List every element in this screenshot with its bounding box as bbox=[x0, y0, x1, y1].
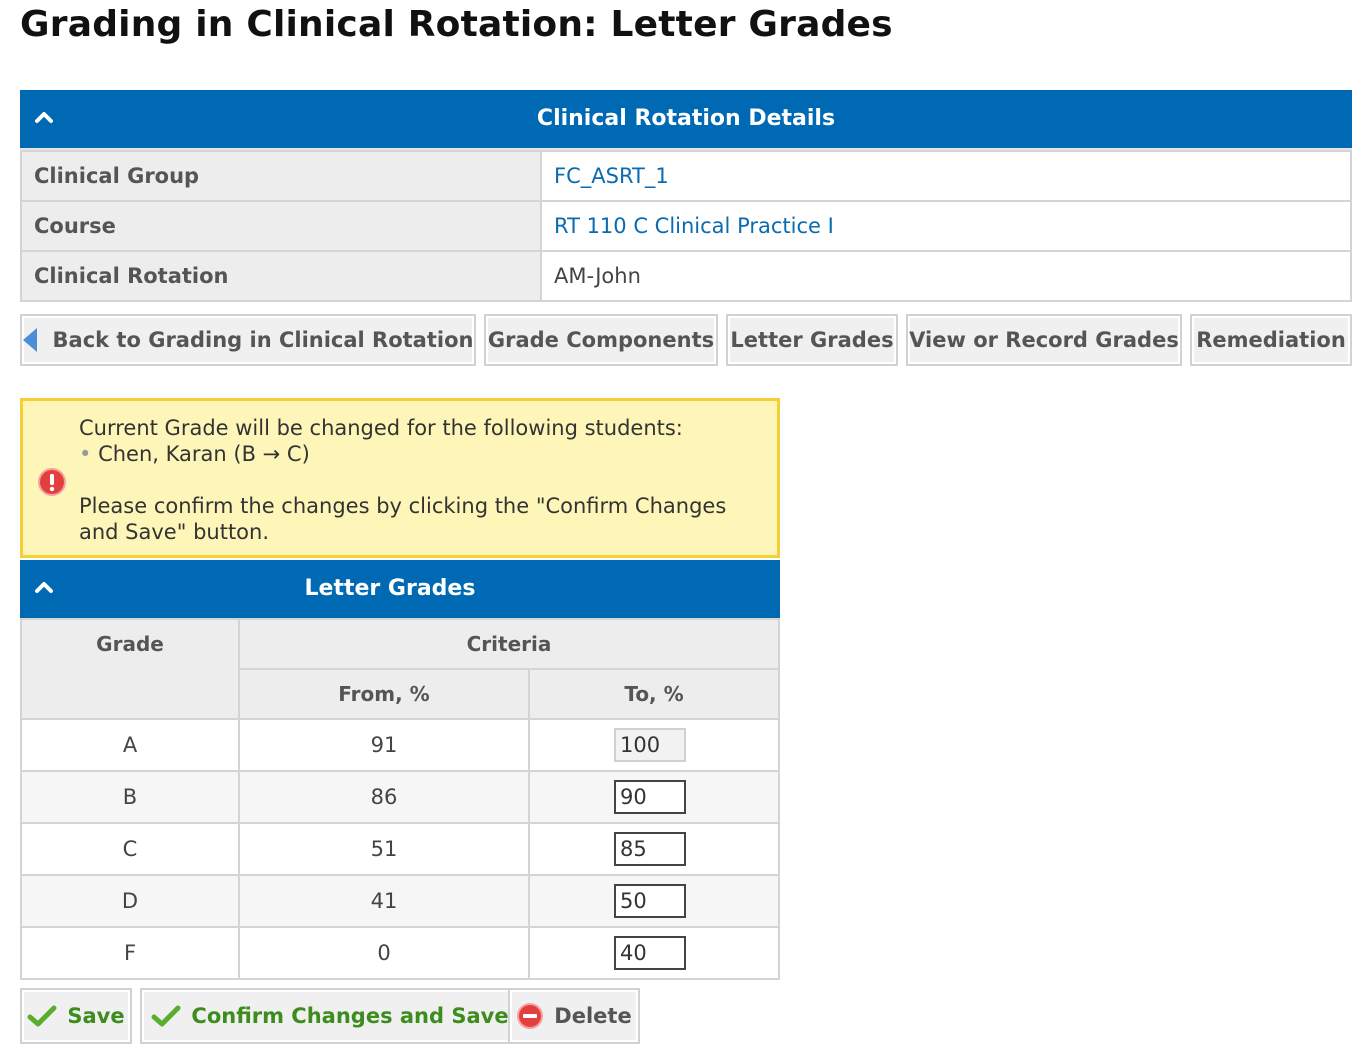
to-cell bbox=[528, 770, 780, 824]
table-row: C 51 bbox=[20, 822, 780, 876]
warning-text: Current Grade will be changed for the fo… bbox=[79, 415, 759, 545]
from-cell: 86 bbox=[238, 770, 530, 824]
clinical-group-label: Clinical Group bbox=[20, 150, 542, 202]
grade-cell: B bbox=[20, 770, 240, 824]
back-to-grading-button[interactable]: Back to Grading in Clinical Rotation bbox=[20, 314, 476, 366]
to-cell bbox=[528, 874, 780, 928]
bullet-icon: • bbox=[79, 442, 92, 466]
details-row-clinical-rotation: Clinical Rotation AM-John bbox=[20, 250, 1352, 302]
to-input[interactable] bbox=[614, 832, 686, 866]
remediation-button[interactable]: Remediation bbox=[1190, 314, 1352, 366]
back-arrow-icon bbox=[22, 328, 37, 352]
save-label: Save bbox=[67, 1004, 125, 1028]
warning-line-2: Please confirm the changes by clicking t… bbox=[79, 494, 727, 544]
clinical-rotation-value: AM-John bbox=[540, 250, 1352, 302]
to-input[interactable] bbox=[614, 936, 686, 970]
details-row-course: Course RT 110 C Clinical Practice I bbox=[20, 200, 1352, 252]
checkmark-icon bbox=[27, 1005, 57, 1027]
grade-cell: F bbox=[20, 926, 240, 980]
warning-student: Chen, Karan (B → C) bbox=[98, 442, 310, 466]
table-row: D 41 bbox=[20, 874, 780, 928]
to-cell bbox=[528, 822, 780, 876]
save-button[interactable]: Save bbox=[20, 988, 132, 1044]
course-link[interactable]: RT 110 C Clinical Practice I bbox=[540, 200, 1352, 252]
grade-cell: D bbox=[20, 874, 240, 928]
table-row: B 86 bbox=[20, 770, 780, 824]
to-input[interactable] bbox=[614, 780, 686, 814]
details-row-clinical-group: Clinical Group FC_ASRT_1 bbox=[20, 150, 1352, 202]
grade-components-label: Grade Components bbox=[487, 328, 715, 352]
letter-grades-panel-header[interactable]: Letter Grades bbox=[20, 560, 780, 618]
error-icon bbox=[38, 468, 66, 496]
delete-icon bbox=[517, 1003, 544, 1029]
clinical-rotation-details-panel: Clinical Rotation Details Clinical Group… bbox=[20, 90, 1352, 302]
checkmark-icon bbox=[151, 1005, 181, 1027]
clinical-rotation-label: Clinical Rotation bbox=[20, 250, 542, 302]
from-cell: 91 bbox=[238, 718, 530, 772]
page-title: Grading in Clinical Rotation: Letter Gra… bbox=[20, 4, 893, 45]
to-cell bbox=[528, 926, 780, 980]
from-cell: 0 bbox=[238, 926, 530, 980]
clinical-group-link[interactable]: FC_ASRT_1 bbox=[540, 150, 1352, 202]
letter-grades-button[interactable]: Letter Grades bbox=[726, 314, 898, 366]
warning-student-item: • Chen, Karan (B → C) bbox=[79, 441, 759, 467]
details-panel-title: Clinical Rotation Details bbox=[536, 106, 836, 131]
chevron-up-icon[interactable] bbox=[34, 110, 54, 124]
letter-grades-panel-title: Letter Grades bbox=[304, 576, 476, 601]
letter-grades-panel: Letter Grades Grade Criteria From, % To,… bbox=[20, 560, 780, 980]
delete-label: Delete bbox=[554, 1004, 632, 1028]
chevron-up-icon[interactable] bbox=[34, 580, 54, 594]
view-or-record-grades-button[interactable]: View or Record Grades bbox=[906, 314, 1182, 366]
table-row: A 91 bbox=[20, 718, 780, 772]
grade-cell: C bbox=[20, 822, 240, 876]
to-column-header: To, % bbox=[528, 668, 780, 720]
confirm-changes-and-save-button[interactable]: Confirm Changes and Save bbox=[140, 988, 520, 1044]
letter-grades-label: Letter Grades bbox=[730, 328, 894, 352]
remediation-label: Remediation bbox=[1196, 328, 1346, 352]
from-column-header: From, % bbox=[238, 668, 530, 720]
to-input[interactable] bbox=[614, 884, 686, 918]
grade-cell: A bbox=[20, 718, 240, 772]
delete-button[interactable]: Delete bbox=[508, 988, 640, 1044]
from-cell: 51 bbox=[238, 822, 530, 876]
details-table: Clinical Group FC_ASRT_1 Course RT 110 C… bbox=[20, 150, 1352, 302]
grade-change-warning: Current Grade will be changed for the fo… bbox=[20, 398, 780, 558]
letter-grades-table: Grade Criteria From, % To, % A 91 B 86 C… bbox=[20, 618, 780, 980]
to-cell bbox=[528, 718, 780, 772]
header-row: Grade Criteria bbox=[20, 618, 780, 720]
grade-components-button[interactable]: Grade Components bbox=[484, 314, 718, 366]
view-or-record-grades-label: View or Record Grades bbox=[909, 328, 1179, 352]
to-input-readonly bbox=[614, 728, 686, 762]
grade-column-header: Grade bbox=[20, 618, 240, 720]
course-label: Course bbox=[20, 200, 542, 252]
back-to-grading-label: Back to Grading in Clinical Rotation bbox=[52, 328, 474, 352]
confirm-changes-and-save-label: Confirm Changes and Save bbox=[191, 1004, 509, 1028]
warning-line-1: Current Grade will be changed for the fo… bbox=[79, 416, 683, 440]
from-cell: 41 bbox=[238, 874, 530, 928]
table-row: F 0 bbox=[20, 926, 780, 980]
details-panel-header[interactable]: Clinical Rotation Details bbox=[20, 90, 1352, 150]
criteria-column-header: Criteria bbox=[238, 618, 780, 670]
